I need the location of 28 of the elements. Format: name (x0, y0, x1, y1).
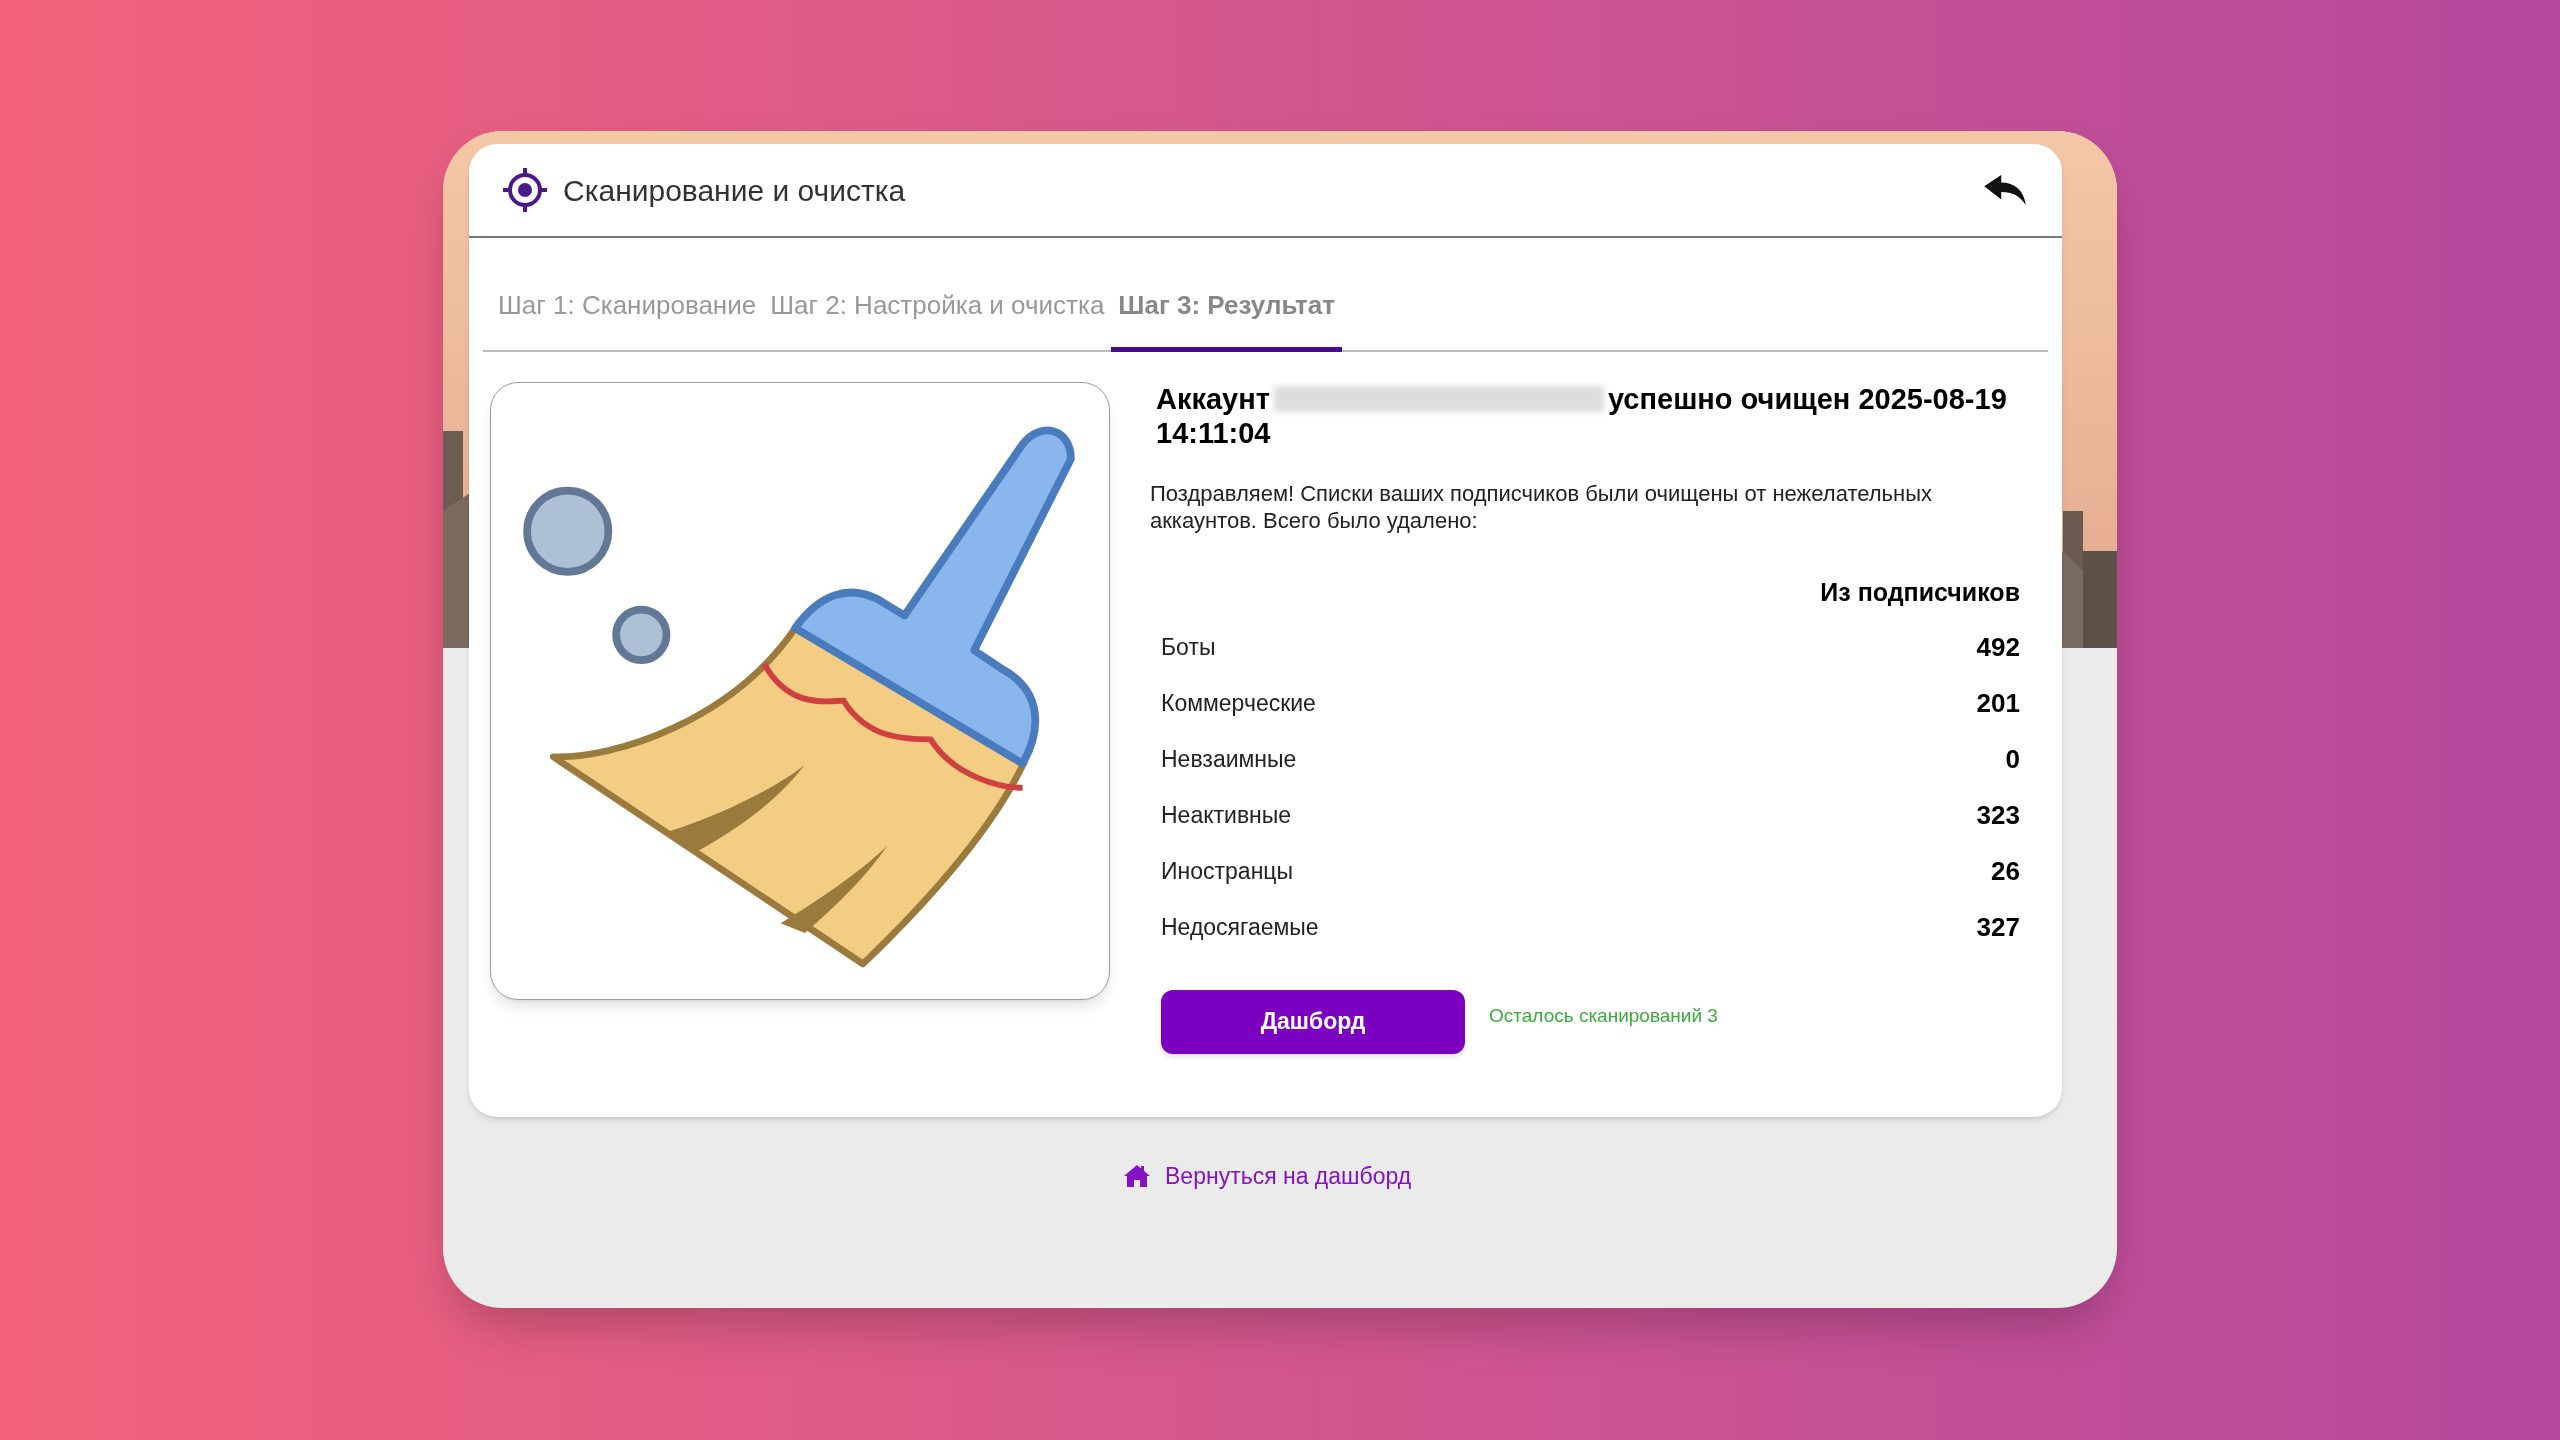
category-label: Невзаимные (1161, 745, 1297, 775)
step-tab[interactable]: Шаг 2: Настройка и очистка (763, 286, 1112, 352)
removed-count: 201 (1976, 687, 2020, 720)
target-icon (501, 166, 549, 214)
category-label: Недосягаемые (1161, 913, 1319, 943)
column-header: Из подписчиков (1820, 577, 2020, 608)
scans-remaining: Осталось сканирований 3 (1489, 1003, 1718, 1028)
step-tab[interactable]: Шаг 1: Сканирование (491, 286, 764, 352)
result-timestamp: 14:11:04 (1156, 416, 1271, 450)
link-label: Вернуться на дашборд (1165, 1162, 1412, 1191)
back-to-dashboard-link[interactable]: Вернуться на дашборд (1123, 1159, 1412, 1194)
page-title: Сканирование и очистка (563, 172, 906, 209)
home-icon (1123, 1164, 1151, 1189)
dashboard-button[interactable]: Дашборд (1161, 989, 1465, 1054)
category-label: Иностранцы (1161, 857, 1294, 887)
category-label: Коммерческие (1161, 689, 1316, 719)
step-tab[interactable]: Шаг 3: Результат (1111, 286, 1343, 352)
category-label: Неактивные (1161, 801, 1292, 831)
result-message: Поздравляем! Списки ваших подписчиков были очищены от нежелательных аккаунтов. Всего было удалено: (1150, 480, 1933, 534)
removed-count: 0 (2005, 743, 2020, 776)
category-label: Боты (1161, 633, 1216, 663)
removed-count: 327 (1976, 911, 2020, 944)
result-heading: успешно очищен 2025-08-19 (1607, 382, 2007, 416)
removed-count: 492 (1976, 631, 2020, 664)
back-arrow-icon (1982, 173, 2028, 207)
result-heading: Аккаунт (1156, 382, 1270, 416)
removed-count: 26 (1991, 855, 2020, 888)
removed-count: 323 (1976, 799, 2020, 832)
